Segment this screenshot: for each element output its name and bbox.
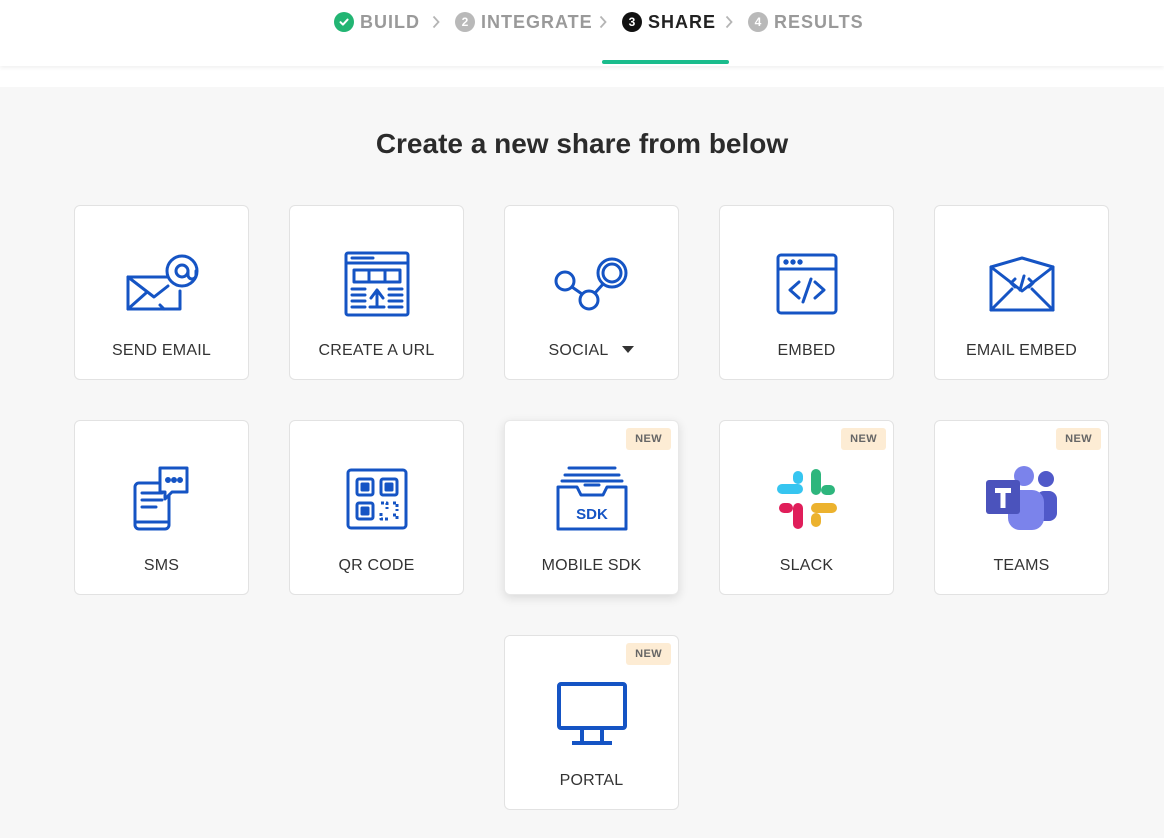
share-option-embed[interactable]: EMBED: [719, 205, 894, 380]
share-option-send-email[interactable]: SEND EMAIL: [74, 205, 249, 380]
chevron-right-icon: [724, 12, 734, 32]
share-nodes-icon: [552, 248, 632, 320]
option-label: TEAMS: [993, 557, 1050, 574]
option-label: CREATE A URL: [318, 342, 435, 359]
share-option-create-url[interactable]: CREATE A URL: [289, 205, 464, 380]
share-option-email-embed[interactable]: EMAIL EMBED: [934, 205, 1109, 380]
step-label: INTEGRATE: [481, 11, 593, 32]
new-badge: NEW: [626, 643, 671, 665]
share-option-slack[interactable]: NEW SLACK: [719, 420, 894, 595]
option-label: SEND EMAIL: [112, 342, 211, 359]
step-build[interactable]: BUILD: [334, 8, 420, 36]
dropdown-caret-icon[interactable]: [622, 346, 635, 353]
step-label: RESULTS: [774, 11, 864, 32]
step-number: 4: [748, 12, 768, 32]
slack-icon: [767, 463, 847, 535]
sdk-tray-icon: SDK: [552, 463, 632, 535]
step-label: BUILD: [360, 11, 420, 32]
option-label: MOBILE SDK: [541, 557, 642, 574]
share-option-teams[interactable]: NEW TEAMS: [934, 420, 1109, 595]
step-label: SHARE: [648, 11, 717, 32]
webpage-upload-icon: [337, 248, 417, 320]
step-results[interactable]: 4 RESULTS: [748, 8, 864, 36]
share-options-panel: Create a new share from below SEND EMAIL: [0, 87, 1164, 838]
option-label: SLACK: [779, 557, 834, 574]
qr-code-icon: [337, 463, 417, 535]
monitor-icon: [552, 678, 632, 750]
teams-icon: [982, 463, 1062, 535]
option-label: EMAIL EMBED: [966, 342, 1077, 359]
share-option-portal[interactable]: NEW PORTAL: [504, 635, 679, 810]
code-window-icon: [767, 248, 847, 320]
step-share[interactable]: 3 SHARE: [622, 8, 716, 36]
envelope-code-icon: [982, 248, 1062, 320]
share-option-social[interactable]: SOCIAL: [504, 205, 679, 380]
new-badge: NEW: [626, 428, 671, 450]
step-number: 2: [455, 12, 475, 32]
option-label: SOCIAL: [505, 342, 678, 360]
chevron-right-icon: [598, 12, 608, 32]
new-badge: NEW: [841, 428, 886, 450]
svg-text:SDK: SDK: [576, 506, 608, 523]
page-title: Create a new share from below: [375, 128, 789, 159]
step-number: 3: [622, 12, 642, 32]
share-option-mobile-sdk[interactable]: NEW SDK MOBILE SDK: [504, 420, 679, 595]
phone-chat-icon: [122, 463, 202, 535]
option-label: EMBED: [777, 342, 836, 359]
option-label: PORTAL: [559, 772, 624, 789]
active-step-indicator: [602, 60, 729, 64]
envelope-at-icon: [122, 248, 202, 320]
option-label: QR CODE: [338, 557, 415, 574]
step-integrate[interactable]: 2 INTEGRATE: [455, 8, 593, 36]
chevron-right-icon: [431, 12, 441, 32]
progress-stepper: BUILD 2 INTEGRATE 3 SHARE 4 RESULTS: [0, 0, 1164, 66]
new-badge: NEW: [1056, 428, 1101, 450]
share-option-sms[interactable]: SMS: [74, 420, 249, 595]
share-option-qr-code[interactable]: QR CODE: [289, 420, 464, 595]
option-label: SMS: [143, 557, 180, 574]
check-icon: [334, 12, 354, 32]
